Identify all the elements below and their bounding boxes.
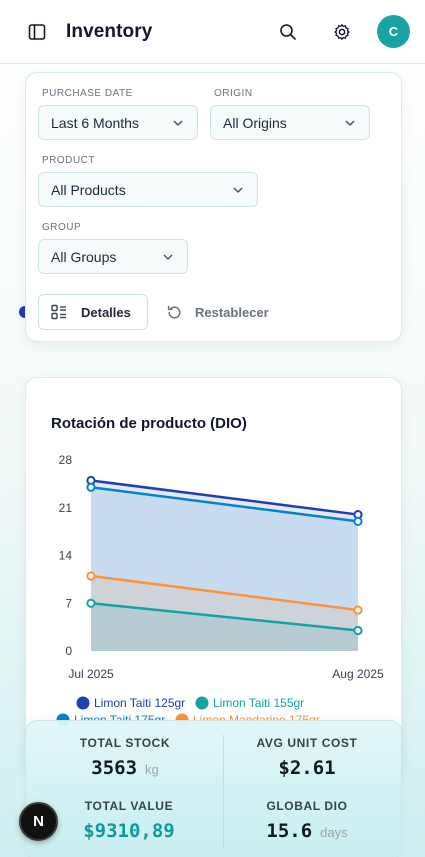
summary-panel: TOTAL STOCK 3563 kg AVG UNIT COST $2.61 T… <box>25 720 402 857</box>
filter-panel: PURCHASE DATE Last 6 Months ORIGIN All O… <box>25 72 402 342</box>
sidebar-toggle-icon[interactable] <box>22 17 52 47</box>
details-list-icon <box>51 304 66 320</box>
gear-icon[interactable] <box>327 17 357 47</box>
app-header: Inventory C <box>0 0 425 64</box>
origin-label: ORIGIN <box>214 88 253 99</box>
legend-label: Limon Taiti 155gr <box>213 696 304 710</box>
group-select[interactable]: All Groups <box>38 239 188 274</box>
y-tick-label: 0 <box>65 644 72 658</box>
global-dio-unit: days <box>320 825 348 840</box>
purchase-date-select[interactable]: Last 6 Months <box>38 105 198 140</box>
chevron-down-icon <box>163 253 173 260</box>
chevron-down-icon <box>233 186 243 193</box>
y-tick-label: 7 <box>65 596 72 610</box>
details-button[interactable]: Detalles <box>38 294 148 330</box>
legend-label: Limon Taiti 125gr <box>94 696 185 710</box>
reset-icon <box>167 305 181 318</box>
data-point <box>86 482 96 492</box>
avg-unit-cost-value: $2.61 <box>278 757 336 779</box>
dev-tools-badge[interactable]: N <box>19 802 58 841</box>
product-select[interactable]: All Products <box>38 172 258 207</box>
data-point <box>86 571 96 581</box>
product-label: PRODUCT <box>42 155 95 166</box>
data-point <box>353 516 363 526</box>
total-stock-label: TOTAL STOCK <box>79 736 171 750</box>
reset-button-label: Restablecer <box>195 304 269 320</box>
legend-swatch <box>76 696 90 710</box>
data-point <box>86 598 96 608</box>
purchase-date-value: Last 6 Months <box>51 114 139 131</box>
total-value-value: $9310,89 <box>83 820 175 842</box>
data-point <box>353 605 363 615</box>
group-value: All Groups <box>51 248 117 265</box>
total-stock-value-row: 3563 kg <box>35 757 215 779</box>
total-value-label: TOTAL VALUE <box>84 799 174 813</box>
x-tick-label: Jul 2025 <box>68 667 114 681</box>
purchase-date-label: PURCHASE DATE <box>42 88 133 99</box>
total-stock-stat: TOTAL STOCK 3563 kg <box>35 736 215 779</box>
y-tick-label: 14 <box>59 549 73 563</box>
reset-button[interactable]: Restablecer <box>166 294 269 330</box>
total-stock-unit: kg <box>145 762 159 777</box>
origin-value: All Origins <box>223 114 287 131</box>
chevron-down-icon <box>345 119 355 126</box>
search-icon[interactable] <box>273 17 303 47</box>
details-button-label: Detalles <box>81 304 131 320</box>
avg-unit-cost-label: AVG UNIT COST <box>256 736 358 750</box>
y-tick-label: 21 <box>59 501 73 515</box>
origin-select[interactable]: All Origins <box>210 105 370 140</box>
global-dio-stat: GLOBAL DIO 15.6 days <box>217 799 397 842</box>
chevron-down-icon <box>173 119 183 126</box>
total-stock-value: 3563 <box>91 757 138 779</box>
group-label: GROUP <box>42 222 82 233</box>
page-title: Inventory <box>66 20 153 42</box>
product-value: All Products <box>51 181 126 198</box>
dio-line-chart: 28 21 14 7 0 Jul 2025 Aug 2025 Limon Taiti 125g… <box>56 453 384 727</box>
global-dio-label: GLOBAL DIO <box>266 799 348 813</box>
total-value-stat: TOTAL VALUE $9310,89 <box>39 799 219 842</box>
global-dio-value-row: 15.6 days <box>217 820 397 842</box>
global-dio-value: 15.6 <box>266 820 313 842</box>
dio-chart-card: Rotación de producto (DIO) 28 21 14 7 0 Jul 2… <box>25 377 402 777</box>
x-tick-label: Aug 2025 <box>332 667 384 681</box>
avatar[interactable]: C <box>377 15 410 48</box>
avg-unit-cost-stat: AVG UNIT COST $2.61 <box>217 736 397 779</box>
data-point <box>353 625 363 636</box>
legend-swatch <box>195 696 209 710</box>
y-tick-label: 28 <box>59 453 73 467</box>
